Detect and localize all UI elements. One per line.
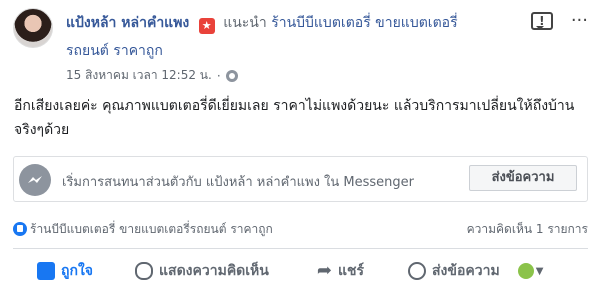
like-button[interactable]: ถูกใจ: [37, 260, 93, 282]
timestamp[interactable]: 15 สิงหาคม เวลา 12:52 น.: [66, 66, 212, 85]
comment-label: แสดงความคิดเห็น: [159, 263, 269, 279]
more-icon[interactable]: ···: [571, 12, 588, 30]
audience-selector[interactable]: ▼: [517, 263, 544, 279]
like-label: ถูกใจ: [61, 263, 93, 279]
thumbs-up-icon: [37, 262, 55, 280]
chevron-down-icon: ▼: [535, 265, 544, 277]
reaction-summary[interactable]: ร้านบีบีแบตเตอรี่ ขายแบตเตอรี่รถยนต์ ราค…: [13, 220, 273, 239]
send-message-button[interactable]: ส่งข้อความ: [469, 165, 577, 191]
comment-icon: [135, 262, 153, 280]
avatar[interactable]: [13, 8, 53, 48]
post-summary: ร้านบีบีแบตเตอรี่ ขายแบตเตอรี่รถยนต์ ราค…: [13, 220, 588, 239]
report-icon[interactable]: !: [530, 12, 553, 30]
message-icon: [408, 262, 426, 280]
like-reaction-icon: [13, 222, 27, 236]
messenger-prompt-box: เริ่มการสนทนาส่วนตัวกับ แป้งหล้า หล่าคำแ…: [13, 156, 588, 202]
comment-button[interactable]: แสดงความคิดเห็น: [135, 260, 269, 282]
divider: [13, 248, 588, 249]
post-text: อีกเสียงเลยค่ะ คุณภาพแบตเตอรี่ดีเยี่ยมเล…: [14, 98, 575, 138]
messenger-icon: [19, 164, 51, 196]
globe-icon[interactable]: [225, 69, 238, 82]
action-bar: ถูกใจ แสดงความคิดเห็น ➦ แชร์ ส่งข้อความ …: [13, 260, 588, 282]
share-icon: ➦: [316, 260, 332, 281]
share-button[interactable]: ➦ แชร์: [317, 260, 364, 282]
messenger-prompt-text: เริ่มการสนทนาส่วนตัวกับ แป้งหล้า หล่าคำแ…: [62, 175, 415, 190]
audience-icon: [517, 263, 534, 279]
post-header: แป้งหล้า หล่าคำแพง ★ แนะนำ ร้านบีบีแบตเต…: [66, 12, 458, 34]
comment-count[interactable]: ความคิดเห็น 1 รายการ: [467, 220, 588, 239]
recommends-label: แนะนำ: [223, 15, 267, 31]
reaction-page-name: ร้านบีบีแบตเตอรี่ ขายแบตเตอรี่รถยนต์ ราค…: [30, 222, 273, 236]
share-label: แชร์: [337, 263, 364, 279]
page-link-continued[interactable]: รถยนต์ ราคาถูก: [66, 40, 163, 62]
post-top-icons: ! ···: [530, 12, 588, 30]
message-label: ส่งข้อความ: [432, 263, 500, 279]
message-button[interactable]: ส่งข้อความ: [408, 260, 500, 282]
post-meta: 15 สิงหาคม เวลา 12:52 น. ·: [66, 66, 238, 85]
meta-separator: ·: [216, 68, 221, 83]
page-link[interactable]: ร้านบีบีแบตเตอรี่ ขายแบตเตอรี่: [271, 15, 457, 31]
star-badge-icon: ★: [198, 18, 215, 34]
author-name[interactable]: แป้งหล้า หล่าคำแพง: [66, 15, 189, 31]
